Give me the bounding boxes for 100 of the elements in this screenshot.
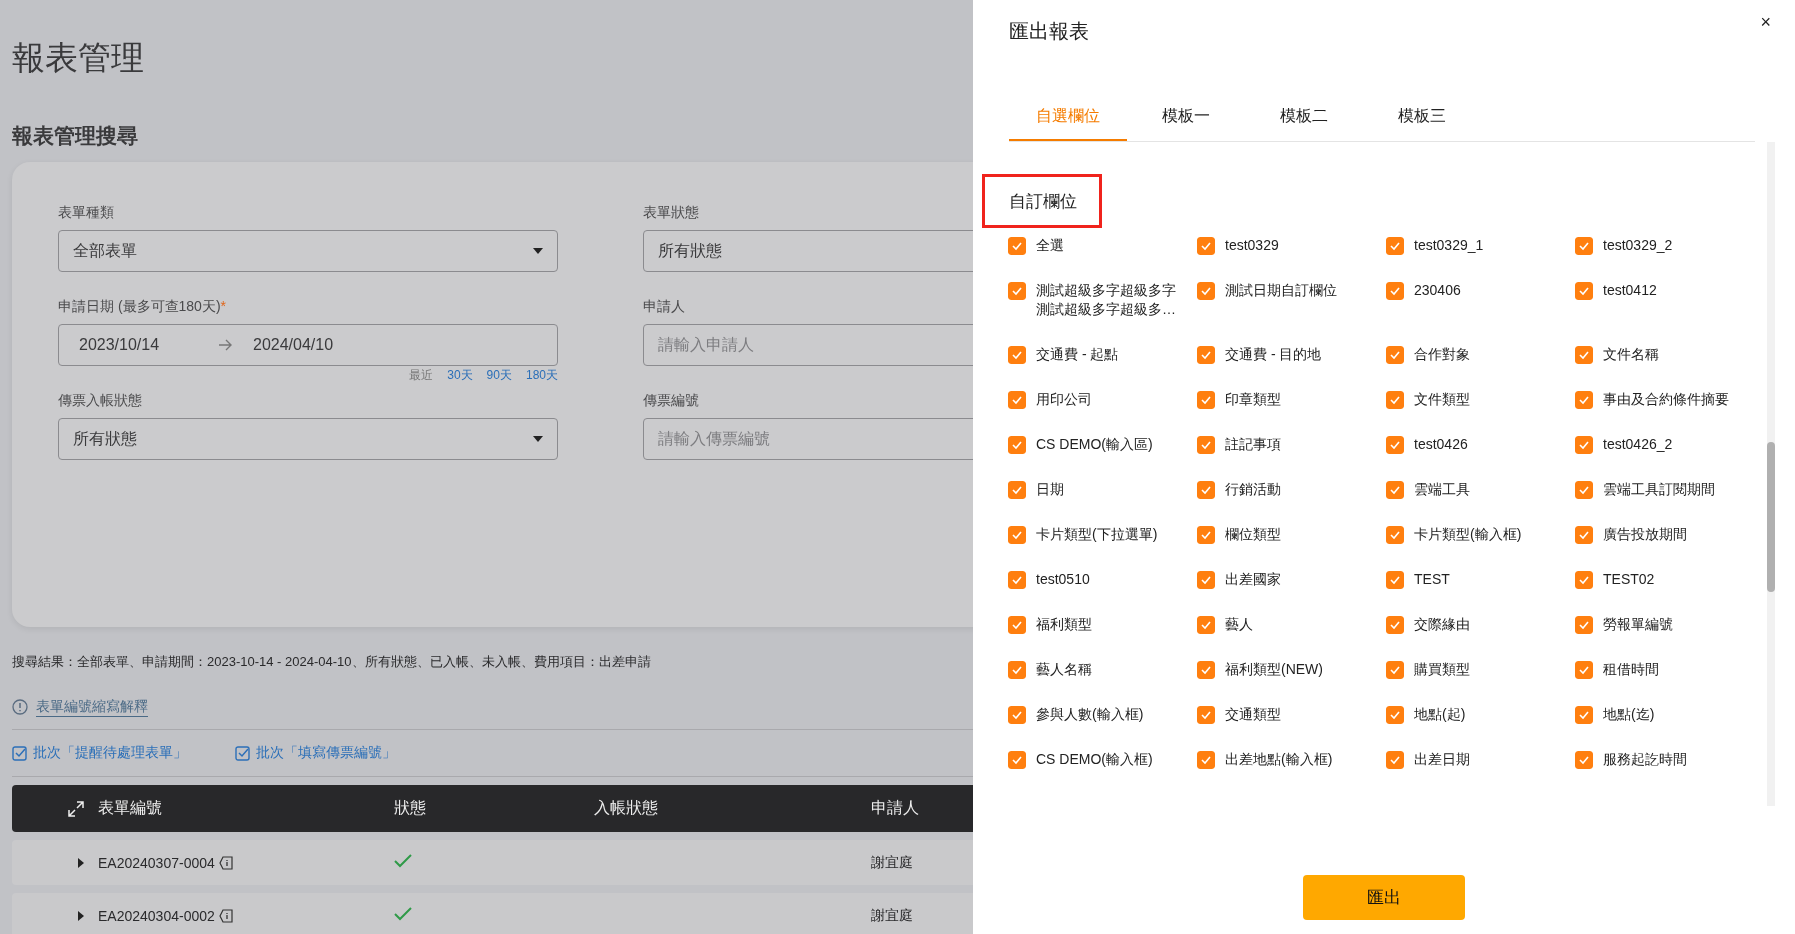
checkbox[interactable] [1575, 706, 1593, 724]
checkbox[interactable] [1008, 526, 1026, 544]
field-checkbox[interactable]: TEST [1386, 570, 1450, 615]
checkbox[interactable] [1197, 571, 1215, 589]
field-checkbox[interactable]: 文件類型 [1386, 390, 1470, 435]
field-checkbox[interactable]: 雲端工具 [1386, 480, 1470, 525]
field-checkbox[interactable]: 行銷活動 [1197, 480, 1281, 525]
field-checkbox[interactable]: 地點(起) [1386, 705, 1466, 750]
checkbox[interactable] [1197, 346, 1215, 364]
checkbox[interactable] [1386, 751, 1404, 769]
checkbox[interactable] [1386, 282, 1404, 300]
checkbox[interactable] [1386, 526, 1404, 544]
field-checkbox[interactable]: 日期 [1008, 480, 1064, 525]
field-checkbox[interactable]: 交通類型 [1197, 705, 1281, 750]
checkbox[interactable] [1386, 706, 1404, 724]
field-checkbox[interactable]: 廣告投放期間 [1575, 525, 1687, 570]
field-checkbox[interactable]: 出差國家 [1197, 570, 1281, 615]
checkbox[interactable] [1575, 751, 1593, 769]
checkbox[interactable] [1197, 237, 1215, 255]
checkbox[interactable] [1008, 751, 1026, 769]
checkbox[interactable] [1008, 391, 1026, 409]
field-checkbox[interactable]: test0329_1 [1386, 236, 1484, 281]
field-checkbox[interactable]: 交際緣由 [1386, 615, 1470, 660]
checkbox[interactable] [1197, 751, 1215, 769]
field-checkbox[interactable]: 服務起訖時間 [1575, 750, 1687, 795]
field-checkbox[interactable]: test0426_2 [1575, 435, 1673, 480]
checkbox[interactable] [1008, 346, 1026, 364]
field-checkbox[interactable]: 出差地點(輸入框) [1197, 750, 1333, 795]
field-checkbox[interactable]: 卡片類型(下拉選單) [1008, 525, 1158, 570]
field-checkbox[interactable]: test0329_2 [1575, 236, 1673, 281]
checkbox[interactable] [1197, 706, 1215, 724]
checkbox[interactable] [1386, 661, 1404, 679]
field-checkbox[interactable]: 測試日期自訂欄位 [1197, 281, 1337, 326]
checkbox[interactable] [1386, 391, 1404, 409]
field-checkbox[interactable]: TEST02 [1575, 570, 1655, 615]
expand-icon[interactable] [68, 800, 84, 817]
select-field[interactable]: 所有狀態 [58, 418, 558, 460]
checkbox[interactable] [1197, 481, 1215, 499]
checkbox[interactable] [1197, 526, 1215, 544]
field-checkbox[interactable]: 藝人名稱 [1008, 660, 1092, 705]
checkbox[interactable] [1008, 661, 1026, 679]
close-button[interactable]: × [1756, 10, 1775, 35]
export-button[interactable]: 匯出 [1303, 875, 1465, 920]
checkbox[interactable] [1197, 282, 1215, 300]
field-checkbox[interactable]: 交通費 - 目的地 [1197, 345, 1322, 390]
caret-right-icon[interactable] [78, 910, 84, 921]
checkbox[interactable] [1008, 481, 1026, 499]
checkbox[interactable] [1575, 436, 1593, 454]
field-checkbox[interactable]: 合作對象 [1386, 345, 1470, 390]
checkbox[interactable] [1008, 571, 1026, 589]
checkbox[interactable] [1386, 481, 1404, 499]
checkbox[interactable] [1008, 706, 1026, 724]
checkbox[interactable] [1575, 526, 1593, 544]
checkbox[interactable] [1197, 391, 1215, 409]
checkbox[interactable] [1386, 436, 1404, 454]
field-checkbox[interactable]: 福利類型 [1008, 615, 1092, 660]
checkbox[interactable] [1197, 661, 1215, 679]
caret-right-icon[interactable] [78, 857, 84, 868]
checkbox[interactable] [1575, 237, 1593, 255]
checkbox[interactable] [1008, 436, 1026, 454]
date-range-field[interactable]: 2023/10/14 2024/04/10 [58, 324, 558, 366]
checkbox[interactable] [1575, 571, 1593, 589]
field-checkbox[interactable]: 出差日期 [1386, 750, 1470, 795]
scrollbar[interactable] [1767, 142, 1775, 806]
checkbox[interactable] [1575, 481, 1593, 499]
select-field[interactable]: 全部表單 [58, 230, 558, 272]
checkbox[interactable] [1575, 391, 1593, 409]
checkbox[interactable] [1575, 282, 1593, 300]
field-checkbox[interactable]: 註記事項 [1197, 435, 1281, 480]
field-checkbox[interactable]: 卡片類型(輸入框) [1386, 525, 1522, 570]
checkbox[interactable] [1197, 436, 1215, 454]
checkbox[interactable] [1197, 616, 1215, 634]
checkbox[interactable] [1575, 616, 1593, 634]
checkbox[interactable] [1008, 282, 1026, 300]
checkbox[interactable] [1386, 571, 1404, 589]
field-checkbox[interactable]: test0329 [1197, 236, 1279, 281]
field-checkbox[interactable]: 福利類型(NEW) [1197, 660, 1323, 705]
field-checkbox[interactable]: 文件名稱 [1575, 345, 1659, 390]
field-checkbox[interactable]: 欄位類型 [1197, 525, 1281, 570]
field-checkbox[interactable]: 藝人 [1197, 615, 1253, 660]
field-checkbox[interactable]: test0510 [1008, 570, 1090, 615]
field-checkbox[interactable]: 購買類型 [1386, 660, 1470, 705]
field-checkbox[interactable]: 事由及合約條件摘要 [1575, 390, 1729, 435]
checkbox[interactable] [1386, 237, 1404, 255]
tab[interactable]: 模板二 [1245, 94, 1363, 141]
field-checkbox[interactable]: CS DEMO(輸入框) [1008, 750, 1153, 795]
field-checkbox[interactable]: 地點(迄) [1575, 705, 1655, 750]
checkbox[interactable] [1575, 346, 1593, 364]
checkbox[interactable] [1386, 346, 1404, 364]
field-checkbox[interactable]: 租借時間 [1575, 660, 1659, 705]
field-checkbox[interactable]: 230406 [1386, 281, 1461, 326]
field-checkbox[interactable]: test0426 [1386, 435, 1468, 480]
checkbox[interactable] [1008, 237, 1026, 255]
checkbox[interactable] [1008, 616, 1026, 634]
field-checkbox[interactable]: 印章類型 [1197, 390, 1281, 435]
field-checkbox[interactable]: 參與人數(輸入框) [1008, 705, 1144, 750]
field-checkbox[interactable]: 勞報單編號 [1575, 615, 1673, 660]
checkbox[interactable] [1575, 661, 1593, 679]
field-checkbox[interactable]: 雲端工具訂閱期間 [1575, 480, 1715, 525]
tab[interactable]: 模板三 [1363, 94, 1481, 141]
